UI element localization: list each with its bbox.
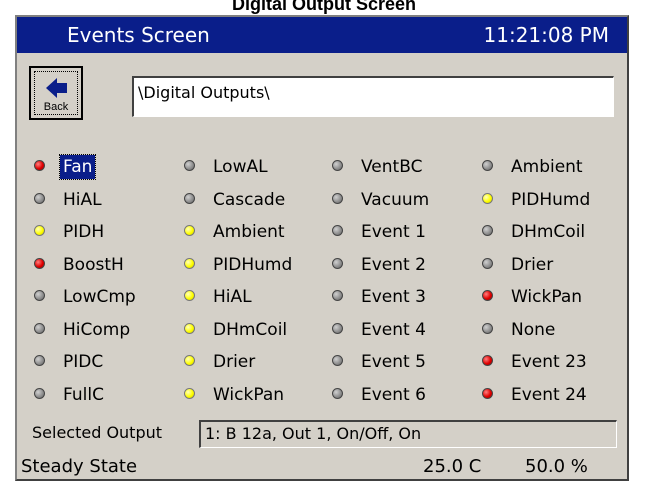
status-led-icon [332,192,343,204]
output-label: LowCmp [63,287,136,307]
output-label: Event 1 [361,222,426,242]
output-label: Drier [213,352,256,372]
status-led-icon [332,322,343,334]
status-bar: Steady State 25.0 C 50.0 % [17,453,627,479]
output-label: Event 24 [511,384,587,405]
output-label: Event 3 [361,287,426,307]
output-label: DHmCoil [511,222,586,242]
status-led-icon [482,160,493,171]
output-label: BoostH [63,254,124,275]
status-led-icon [34,257,45,269]
status-led-icon [482,192,493,204]
selected-output-field: 1: B 12a, Out 1, On/Off, On [199,420,617,448]
status-led-icon [34,355,45,366]
title-bar: Events Screen 11:21:08 PM [17,17,627,53]
status-led-icon [34,160,45,171]
output-label: Cascade [213,189,286,210]
output-label: WickPan [213,384,285,405]
output-label: Event 6 [361,384,426,405]
status-led-icon [184,192,195,204]
status-led-icon [332,355,343,366]
status-led-icon [184,290,195,301]
output-label: PIDH [63,222,105,242]
output-label: Drier [511,254,554,275]
output-label: Fan [58,154,97,180]
back-button-label: Back [43,101,69,113]
output-label: Event 5 [361,352,426,372]
output-label: VentBC [361,157,423,177]
status-led-icon [332,257,343,269]
output-label: PIDC [63,352,104,372]
status-led-icon [34,387,45,399]
status-led-icon [482,322,493,334]
status-led-icon [34,225,45,236]
path-field[interactable]: \Digital Outputs\ [132,76,614,117]
back-arrow-icon [46,78,67,98]
status-led-icon [332,387,343,399]
output-label: Ambient [213,222,285,242]
status-led-icon [332,290,343,301]
status-temperature: 25.0 C [423,456,482,477]
status-led-icon [184,257,195,269]
status-led-icon [184,387,195,399]
status-led-icon [184,322,195,334]
status-led-icon [34,322,45,334]
output-label: HiComp [63,319,131,340]
output-label: FullC [63,384,104,405]
events-screen-panel: Events Screen 11:21:08 PM Back \Digital … [15,15,629,481]
status-led-icon [482,225,493,236]
screen-title: Events Screen [67,23,210,47]
clock-time: 11:21:08 PM [483,23,610,47]
output-label: PIDHumd [511,189,591,210]
output-label: WickPan [511,287,583,307]
output-label: Event 2 [361,254,426,275]
status-led-icon [332,160,343,171]
output-label: LowAL [213,157,268,177]
status-led-icon [482,290,493,301]
output-label: DHmCoil [213,319,288,340]
output-label: HiAL [213,287,252,307]
status-led-icon [184,225,195,236]
status-led-icon [184,160,195,171]
output-label: Ambient [511,157,583,177]
status-led-icon [482,355,493,366]
document-title: Digital Output Screen [231,0,417,14]
output-label: Vacuum [361,189,430,210]
status-led-icon [184,355,195,366]
status-humidity: 50.0 % [525,456,588,477]
status-led-icon [34,192,45,204]
output-label: Event 23 [511,352,587,372]
output-label: Event 4 [361,319,426,340]
output-label: None [511,319,556,340]
output-label: HiAL [63,189,102,210]
status-state: Steady State [21,456,138,477]
status-led-icon [34,290,45,301]
status-led-icon [332,225,343,236]
status-led-icon [482,387,493,399]
output-label: PIDHumd [213,254,293,275]
back-button[interactable]: Back [29,66,83,120]
status-led-icon [482,257,493,269]
selected-output-label: Selected Output [32,423,163,442]
